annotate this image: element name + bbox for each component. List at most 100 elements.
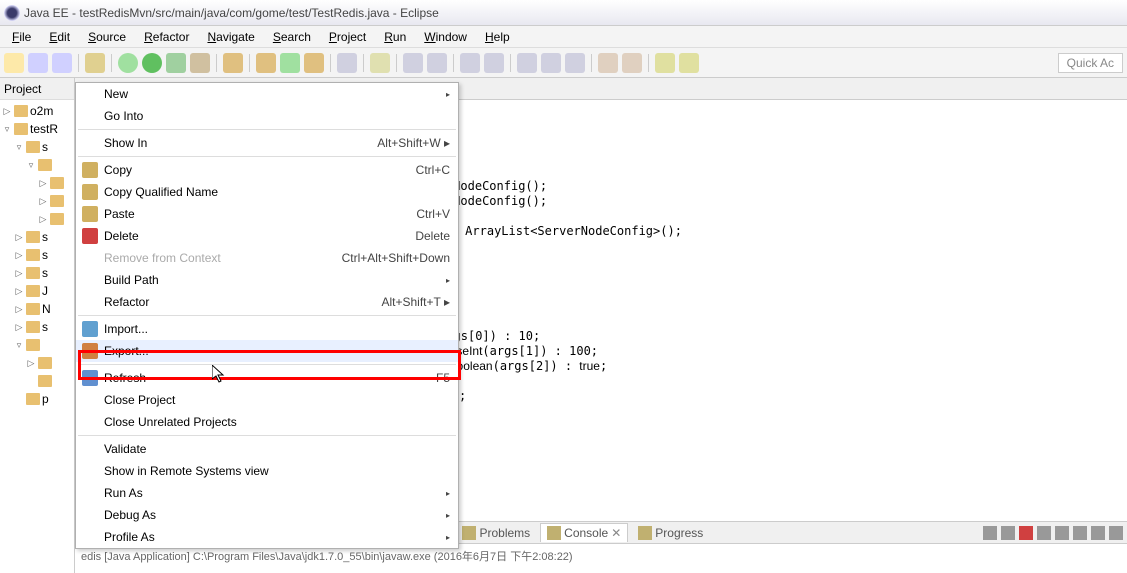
menu-item-new[interactable]: New▸ <box>76 83 458 105</box>
tb-misc7[interactable] <box>565 53 585 73</box>
menu-item-show-in[interactable]: Show InAlt+Shift+W ▸ <box>76 132 458 154</box>
terminate-icon[interactable] <box>1019 526 1033 540</box>
quick-access[interactable]: Quick Ac <box>1058 53 1123 73</box>
menu-navigate[interactable]: Navigate <box>199 28 262 46</box>
max-icon[interactable] <box>1109 526 1123 540</box>
paste-icon <box>82 206 98 222</box>
menu-item-close-unrelated-projects[interactable]: Close Unrelated Projects <box>76 411 458 433</box>
new-class-button[interactable] <box>280 53 300 73</box>
new-type-button[interactable] <box>304 53 324 73</box>
new-pkg-button[interactable] <box>256 53 276 73</box>
delete-icon <box>82 228 98 244</box>
window-title: Java EE - testRedisMvn/src/main/java/com… <box>24 6 439 20</box>
console-process-line: edis [Java Application] C:\Program Files… <box>81 548 1121 564</box>
menu-search[interactable]: Search <box>265 28 319 46</box>
menu-item-copy[interactable]: CopyCtrl+C <box>76 159 458 181</box>
new-server-button[interactable] <box>223 53 243 73</box>
menu-item-close-project[interactable]: Close Project <box>76 389 458 411</box>
project-explorer: Project ▷o2m▿testR▿s▿▷▷▷▷s▷s▷s▷J▷N▷s▿▷p <box>0 78 75 573</box>
menu-item-refresh[interactable]: RefreshF5 <box>76 367 458 389</box>
tree-item[interactable]: ▷s <box>2 264 72 282</box>
tree-item[interactable]: ▿testR <box>2 120 72 138</box>
remove-all-icon[interactable] <box>1001 526 1015 540</box>
titlebar: Java EE - testRedisMvn/src/main/java/com… <box>0 0 1127 26</box>
menu-item-run-as[interactable]: Run As▸ <box>76 482 458 504</box>
tree-item[interactable] <box>2 372 72 390</box>
run-last-button[interactable] <box>166 53 186 73</box>
menubar: FileEditSourceRefactorNavigateSearchProj… <box>0 26 1127 48</box>
tree-item[interactable]: ▿s <box>2 138 72 156</box>
open-type-button[interactable] <box>337 53 357 73</box>
tree-item[interactable]: ▷J <box>2 282 72 300</box>
menu-refactor[interactable]: Refactor <box>136 28 197 46</box>
tree-item[interactable]: ▷s <box>2 228 72 246</box>
menu-window[interactable]: Window <box>416 28 475 46</box>
menu-item-profile-as[interactable]: Profile As▸ <box>76 526 458 548</box>
save-all-button[interactable] <box>52 53 72 73</box>
tree-item[interactable]: ▿ <box>2 336 72 354</box>
toggle-icon[interactable] <box>1073 526 1087 540</box>
menu-item-debug-as[interactable]: Debug As▸ <box>76 504 458 526</box>
menu-run[interactable]: Run <box>376 28 414 46</box>
menu-project[interactable]: Project <box>321 28 374 46</box>
tree-item[interactable]: p <box>2 390 72 408</box>
tb-misc3[interactable] <box>460 53 480 73</box>
project-explorer-header: Project <box>0 78 74 100</box>
menu-help[interactable]: Help <box>477 28 518 46</box>
project-tree[interactable]: ▷o2m▿testR▿s▿▷▷▷▷s▷s▷s▷J▷N▷s▿▷p <box>0 100 74 410</box>
ext-tools-button[interactable] <box>190 53 210 73</box>
tree-item[interactable]: ▷ <box>2 192 72 210</box>
tb-misc1[interactable] <box>403 53 423 73</box>
tab-problems[interactable]: Problems <box>456 524 536 542</box>
menu-item-refactor[interactable]: RefactorAlt+Shift+T ▸ <box>76 291 458 313</box>
menu-source[interactable]: Source <box>80 28 134 46</box>
tree-item[interactable]: ▷N <box>2 300 72 318</box>
tree-item[interactable]: ▷s <box>2 318 72 336</box>
menu-item-validate[interactable]: Validate <box>76 438 458 460</box>
debug-button[interactable] <box>118 53 138 73</box>
menu-item-remove-from-context: Remove from ContextCtrl+Alt+Shift+Down <box>76 247 458 269</box>
tree-item[interactable]: ▷o2m <box>2 102 72 120</box>
menu-item-export-[interactable]: Export... <box>76 340 458 362</box>
menu-item-delete[interactable]: DeleteDelete <box>76 225 458 247</box>
back-button[interactable] <box>655 53 675 73</box>
scroll-lock-icon[interactable] <box>1055 526 1069 540</box>
tree-item[interactable]: ▿ <box>2 156 72 174</box>
tree-item[interactable]: ▷s <box>2 246 72 264</box>
tb-misc2[interactable] <box>427 53 447 73</box>
forward-button[interactable] <box>679 53 699 73</box>
tab-progress[interactable]: Progress <box>632 524 709 542</box>
pin-icon[interactable] <box>983 526 997 540</box>
save-button[interactable] <box>28 53 48 73</box>
menu-item-show-in-remote-systems-view[interactable]: Show in Remote Systems view <box>76 460 458 482</box>
tb-misc4[interactable] <box>484 53 504 73</box>
context-menu[interactable]: New▸Go Into Show InAlt+Shift+W ▸ CopyCtrl+… <box>75 82 459 549</box>
copy-icon <box>82 162 98 178</box>
menu-item-paste[interactable]: PasteCtrl+V <box>76 203 458 225</box>
tb-misc5[interactable] <box>517 53 537 73</box>
clear-icon[interactable] <box>1037 526 1051 540</box>
menu-item-go-into[interactable]: Go Into <box>76 105 458 127</box>
import-icon <box>82 321 98 337</box>
toolbar: Quick Ac <box>0 48 1127 78</box>
run-button[interactable] <box>142 53 162 73</box>
build-button[interactable] <box>85 53 105 73</box>
tree-item[interactable]: ▷ <box>2 354 72 372</box>
project-explorer-label: Project <box>4 82 41 96</box>
tab-console[interactable]: Console ✕ <box>540 523 628 542</box>
tree-item[interactable]: ▷ <box>2 174 72 192</box>
menu-item-copy-qualified-name[interactable]: Copy Qualified Name <box>76 181 458 203</box>
tb-misc9[interactable] <box>622 53 642 73</box>
tb-misc8[interactable] <box>598 53 618 73</box>
tb-misc6[interactable] <box>541 53 561 73</box>
refresh-icon <box>82 370 98 386</box>
tree-item[interactable]: ▷ <box>2 210 72 228</box>
min-icon[interactable] <box>1091 526 1105 540</box>
new-button[interactable] <box>4 53 24 73</box>
export-icon <box>82 343 98 359</box>
search-button[interactable] <box>370 53 390 73</box>
menu-file[interactable]: File <box>4 28 39 46</box>
menu-edit[interactable]: Edit <box>41 28 78 46</box>
menu-item-build-path[interactable]: Build Path▸ <box>76 269 458 291</box>
menu-item-import-[interactable]: Import... <box>76 318 458 340</box>
